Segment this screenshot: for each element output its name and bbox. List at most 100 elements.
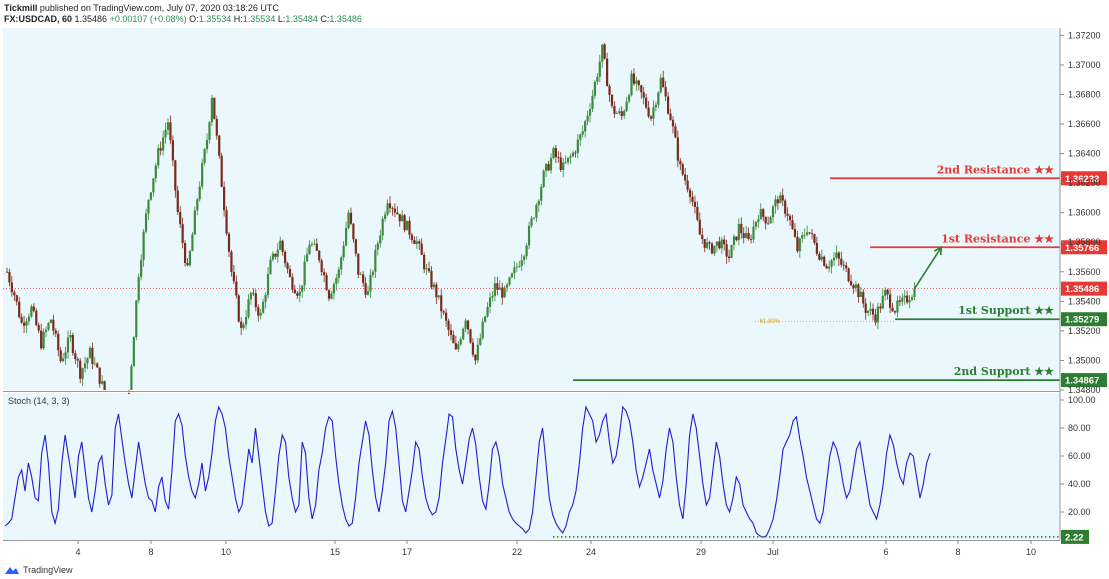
candle-body (830, 260, 833, 267)
candle-body (481, 321, 484, 339)
candle-body (552, 147, 555, 159)
candle-body (469, 329, 472, 343)
candle-body (13, 292, 16, 296)
candle-body (186, 262, 189, 266)
candle-body (515, 266, 518, 268)
candle-body (208, 122, 211, 140)
candle-body (59, 350, 62, 362)
candle-body (408, 220, 411, 235)
candle-body (681, 164, 684, 175)
candle-body (859, 291, 862, 298)
candle-body (562, 162, 565, 171)
candle-body (401, 215, 404, 222)
candle-body (230, 251, 233, 272)
candle-body (96, 363, 99, 368)
candle-body (686, 180, 689, 190)
candle-body (149, 192, 153, 200)
candle-body (881, 295, 884, 309)
candle-body (418, 241, 421, 244)
candle-body (218, 135, 221, 156)
price-tick-label: 1.36000 (1068, 208, 1101, 218)
candle-body (723, 239, 726, 245)
candle-body (696, 206, 699, 220)
candle-body (320, 260, 323, 273)
candle-body (547, 163, 550, 171)
candle-body (154, 165, 157, 179)
candle-body (449, 330, 453, 335)
candle-body (854, 284, 858, 289)
candle-body (388, 203, 392, 209)
candle-body (247, 299, 250, 317)
candle-body (742, 233, 745, 239)
tradingview-logo[interactable]: TradingView (4, 565, 73, 575)
candle-body (662, 77, 665, 88)
chart-svg[interactable]: 1.354862nd Resistance ★★1.362331st Resis… (0, 0, 1109, 579)
candle-body (144, 213, 148, 232)
candle-body (596, 76, 599, 82)
candle-body (293, 289, 296, 294)
candle-body (613, 105, 616, 114)
candle-body (264, 295, 267, 302)
candle-body (523, 256, 526, 261)
candle-body (823, 256, 826, 266)
candle-body (174, 160, 177, 191)
candle-body (296, 293, 299, 296)
candle-body (415, 241, 418, 244)
price-panel-bg (3, 28, 1060, 390)
candle-body (554, 147, 557, 158)
candle-body (727, 256, 731, 258)
candle-body (518, 266, 521, 267)
candle-body (413, 239, 416, 244)
candle-body (323, 272, 326, 276)
candle-body (225, 210, 228, 234)
candle-body (618, 111, 621, 114)
candle-body (220, 155, 223, 187)
candle-body (710, 243, 714, 254)
candle-body (520, 260, 523, 267)
candle-body (166, 122, 170, 130)
tradingview-brand: TradingView (23, 565, 73, 575)
candle-body (132, 337, 135, 367)
candle-body (776, 199, 779, 204)
candle-body (725, 244, 728, 257)
candle-body (510, 273, 514, 278)
candle-body (903, 295, 906, 298)
candle-body (410, 234, 414, 240)
candle-body (657, 92, 660, 105)
candle-body (891, 307, 894, 312)
candle-body (888, 294, 892, 308)
candle-body (403, 215, 406, 231)
time-tick-label: 22 (512, 547, 522, 557)
candle-body (91, 347, 94, 364)
candle-body (325, 275, 328, 291)
candle-body (671, 119, 675, 127)
stoch-title: Stoch (14, 3, 3) (8, 396, 70, 406)
candle-body (303, 261, 306, 286)
candle-body (679, 160, 682, 165)
candle-body (542, 170, 545, 187)
candle-body (291, 277, 294, 290)
candle-body (632, 73, 636, 84)
candle-body (83, 363, 87, 369)
time-tick-label: Jul (767, 547, 779, 557)
candle-body (176, 190, 179, 212)
candle-body (508, 277, 511, 285)
candle-body (203, 149, 206, 163)
candle-body (315, 243, 318, 251)
candle-body (759, 209, 762, 220)
candle-body (788, 215, 792, 221)
candle-body (474, 354, 477, 361)
candle-body (237, 295, 240, 322)
candle-body (693, 201, 697, 207)
candle-body (288, 269, 292, 278)
candle-body (279, 240, 282, 250)
candle-body (871, 308, 875, 315)
candle-body (637, 80, 640, 86)
candle-body (732, 236, 736, 245)
candle-body (354, 239, 357, 254)
candle-body (706, 242, 709, 248)
candle-body (479, 338, 482, 345)
candle-body (381, 218, 384, 236)
price-tick-label: 1.34800 (1068, 385, 1101, 395)
candle-body (147, 199, 150, 214)
